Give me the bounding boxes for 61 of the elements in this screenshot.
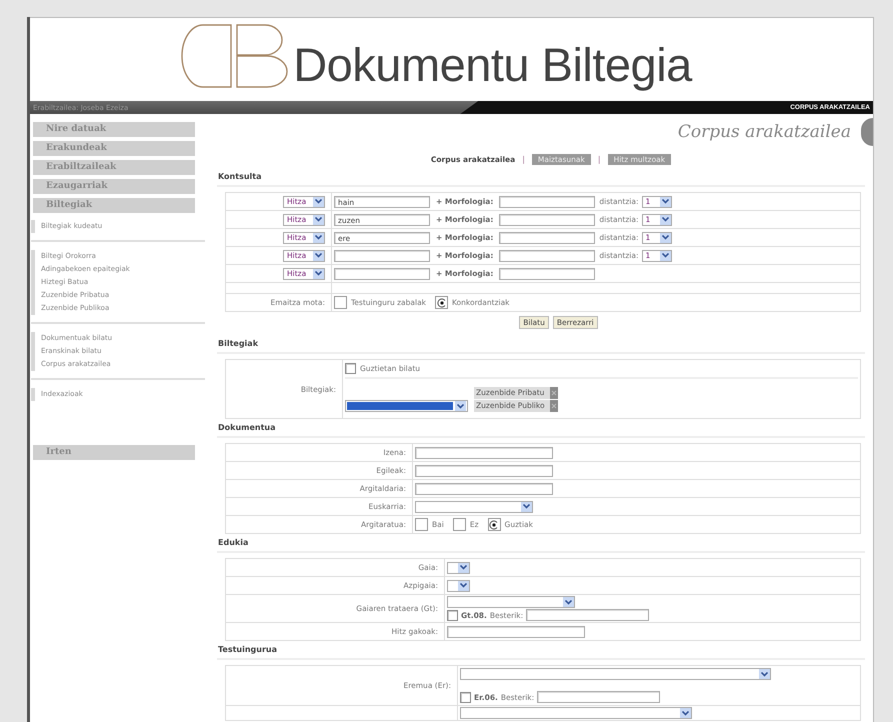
menu-item[interactable]: Nire datuak [33, 122, 195, 137]
radio-button[interactable] [334, 296, 347, 309]
input-field[interactable] [334, 268, 430, 280]
caret-icon [660, 214, 670, 224]
section-heading: Kontsulta [217, 168, 865, 187]
select-field[interactable] [460, 668, 771, 680]
checkbox[interactable] [345, 363, 356, 374]
caret-icon [455, 401, 466, 411]
logo-icon [182, 24, 288, 88]
remove-icon[interactable] [550, 387, 558, 399]
input-field[interactable] [334, 250, 430, 262]
caret-icon [313, 232, 324, 242]
radio-button[interactable] [452, 518, 466, 531]
select-field[interactable] [460, 707, 692, 719]
section-heading: Biltegiak [217, 335, 865, 354]
caret-icon [563, 597, 574, 607]
select-field[interactable] [447, 596, 575, 608]
select-field[interactable] [447, 562, 470, 574]
caret-icon [458, 562, 469, 572]
radio-button[interactable] [488, 518, 501, 531]
input-field[interactable] [415, 446, 553, 458]
menu-item[interactable]: Erakundeak [33, 141, 195, 156]
input-field[interactable] [499, 268, 596, 280]
caret-icon [680, 708, 691, 718]
caret-icon [521, 502, 532, 512]
input-field[interactable] [415, 482, 553, 494]
input-field[interactable] [415, 464, 553, 476]
checkbox[interactable] [447, 610, 458, 620]
caret-icon [313, 214, 324, 224]
menu-item[interactable]: Erabiltzaileak [33, 160, 195, 175]
caret-icon [759, 669, 770, 679]
input-field[interactable] [499, 232, 596, 244]
menu-item[interactable]: Biltegiak [33, 198, 195, 213]
select-field[interactable] [447, 580, 470, 592]
caret-icon [660, 196, 670, 206]
section-heading: Edukia [217, 534, 865, 553]
radio-button[interactable] [435, 296, 448, 309]
select-field[interactable] [345, 400, 468, 412]
input-field[interactable] [499, 196, 596, 208]
remove-icon[interactable] [550, 400, 558, 412]
caret-icon [313, 196, 324, 206]
menu-item[interactable]: Ezaugarriak [33, 179, 195, 194]
caret-icon [313, 268, 324, 278]
input-field[interactable] [499, 214, 596, 226]
checkbox[interactable] [460, 692, 471, 702]
input-field[interactable] [526, 609, 650, 621]
section-heading: Testuingurua [217, 641, 865, 660]
page-title: Corpus arakatzailea [678, 122, 851, 142]
section-heading: Dokumentua [217, 419, 865, 438]
caret-icon [660, 250, 670, 260]
radio-button[interactable] [415, 518, 428, 531]
separator: | [522, 154, 525, 164]
caret-icon [660, 232, 670, 242]
logout-button[interactable]: Irten [33, 445, 195, 460]
select-field[interactable] [415, 500, 533, 512]
input-field[interactable] [499, 250, 596, 262]
input-field[interactable] [537, 691, 660, 703]
input-field[interactable] [447, 626, 585, 638]
separator: | [598, 154, 601, 164]
caret-icon [458, 580, 469, 590]
caret-icon [313, 250, 324, 260]
